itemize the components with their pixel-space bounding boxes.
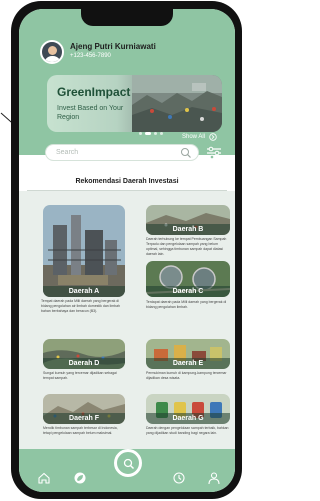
- banner-title: GreenImpact: [57, 85, 131, 99]
- leaf-icon[interactable]: [73, 471, 87, 485]
- carousel-dot[interactable]: [139, 132, 142, 135]
- promo-banner[interactable]: GreenImpact Invest Based on Your Region: [47, 75, 222, 132]
- card-description: Sungai kumuh yang tercemar dijadikan seb…: [43, 371, 117, 380]
- arrow-right-icon[interactable]: [209, 133, 217, 141]
- card-daerah-e[interactable]: Daerah E: [146, 339, 230, 369]
- card-daerah-f[interactable]: Daerah F: [43, 394, 125, 424]
- history-icon[interactable]: [172, 471, 186, 485]
- card-label: Daerah B: [146, 224, 230, 235]
- avatar[interactable]: [40, 40, 64, 64]
- carousel-dot[interactable]: [160, 132, 163, 135]
- card-label: Daerah D: [43, 358, 125, 369]
- card-daerah-b[interactable]: Daerah B: [146, 205, 230, 235]
- banner-subtitle: Invest Based on Your Region: [57, 105, 124, 121]
- app-screen: Ajeng Putri Kurniawati +123-456-7890 Gre…: [19, 9, 235, 492]
- search-icon[interactable]: [180, 147, 192, 159]
- carousel-dots: [139, 132, 163, 136]
- card-description: Daerah dengan pengelolaan sampah terbaik…: [146, 426, 229, 435]
- show-all-link[interactable]: Show All: [182, 134, 205, 140]
- card-description: Permukiman kumuh di kampung-kampung terc…: [146, 371, 227, 380]
- card-description: Tempat daerah pada Milli daerah yang ber…: [41, 299, 120, 313]
- filter-icon[interactable]: [206, 145, 222, 161]
- card-daerah-g[interactable]: Daerah G: [146, 394, 230, 424]
- card-label: Daerah F: [43, 413, 125, 424]
- search-bar[interactable]: Search: [45, 144, 199, 161]
- card-label: Daerah G: [146, 413, 230, 424]
- user-name: Ajeng Putri Kurniawati: [70, 42, 156, 51]
- user-phone: +123-456-7890: [70, 53, 111, 59]
- section-title: Rekomendasi Daerah Investasi: [75, 178, 179, 185]
- phone-notch: [81, 9, 173, 26]
- card-label: Daerah E: [146, 358, 230, 369]
- recommendation-grid: Daerah A Tempat daerah pada Milli daerah…: [19, 191, 235, 449]
- card-description: Daerah terhubung ke tempat Pembuangan Sa…: [146, 237, 227, 256]
- landfill-image: [132, 75, 222, 132]
- card-daerah-c[interactable]: Daerah C: [146, 261, 230, 297]
- card-description: Mendik timbunan sampah terbesar di Indon…: [43, 426, 118, 435]
- profile-icon[interactable]: [207, 471, 221, 485]
- search-icon: [123, 458, 135, 470]
- search-input[interactable]: Search: [56, 149, 78, 156]
- home-icon[interactable]: [37, 471, 51, 485]
- carousel-dot-active[interactable]: [145, 132, 151, 135]
- header: Ajeng Putri Kurniawati +123-456-7890 Gre…: [19, 9, 235, 161]
- search-nav-button[interactable]: [114, 449, 142, 477]
- carousel-dot[interactable]: [154, 132, 157, 135]
- card-label: Daerah C: [146, 286, 230, 297]
- industrial-plant-image: [43, 205, 125, 297]
- card-description: Terdapat daerah pada Milli daerah yang b…: [146, 300, 227, 309]
- card-daerah-d[interactable]: Daerah D: [43, 339, 125, 369]
- card-daerah-a[interactable]: Daerah A: [43, 205, 125, 297]
- card-label: Daerah A: [43, 286, 125, 297]
